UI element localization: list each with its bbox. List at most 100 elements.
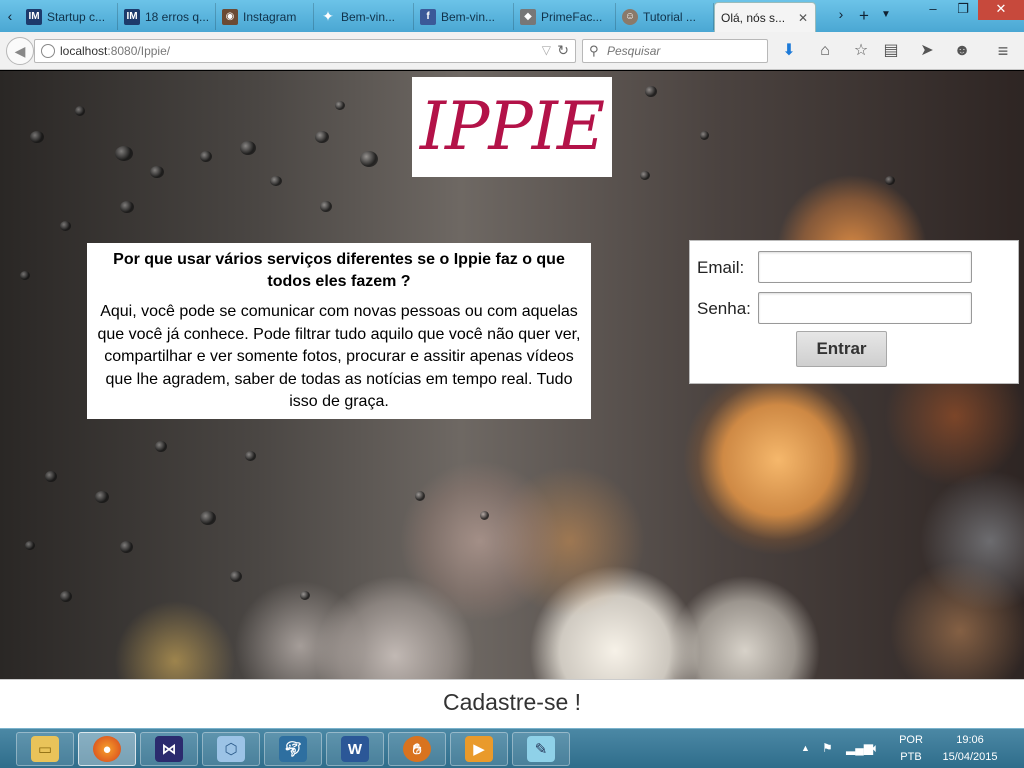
tab-instagram[interactable]: ◉ Instagram bbox=[216, 3, 314, 30]
clock-time[interactable]: 19:06 bbox=[938, 734, 1002, 746]
address-bar[interactable]: localhost:8080/Ippie/ ▽ ↻ bbox=[34, 39, 576, 63]
tab-label: Olá, nós s... bbox=[721, 10, 786, 25]
facebook-icon: f bbox=[420, 8, 436, 25]
keyboard-indicator[interactable]: PTB bbox=[894, 751, 928, 763]
taskbar-notepad[interactable]: ✎ bbox=[512, 732, 570, 766]
chat-icon[interactable]: ☻ bbox=[952, 41, 972, 61]
raindrop bbox=[360, 151, 378, 167]
raindrop bbox=[60, 221, 71, 231]
home-icon[interactable]: ⌂ bbox=[815, 41, 835, 61]
raindrop bbox=[200, 511, 216, 525]
clock-date[interactable]: 15/04/2015 bbox=[938, 751, 1002, 763]
primefaces-icon: ◆ bbox=[520, 8, 536, 25]
raindrop bbox=[315, 131, 329, 143]
password-field[interactable] bbox=[758, 292, 972, 324]
taskbar-glassfish[interactable]: ✋︎ bbox=[388, 732, 446, 766]
taskbar-file-explorer[interactable]: ▭ bbox=[16, 732, 74, 766]
action-center-icon[interactable]: ⚑ bbox=[822, 741, 833, 755]
url-path: :8080/Ippie/ bbox=[107, 44, 171, 58]
tab-label: Instagram bbox=[243, 9, 297, 24]
reload-icon[interactable]: ↻ bbox=[557, 42, 569, 59]
raindrop bbox=[640, 171, 650, 180]
menu-icon[interactable]: ≡ bbox=[993, 41, 1013, 61]
raindrop bbox=[120, 201, 134, 213]
downloads-icon[interactable]: ⬇ bbox=[779, 41, 799, 61]
taskbar-visual-studio[interactable]: ⋈ bbox=[140, 732, 198, 766]
raindrop bbox=[200, 151, 212, 162]
show-hidden-icons-icon[interactable]: ▲ bbox=[801, 743, 810, 753]
tab-facebook[interactable]: f Bem-vin... bbox=[414, 3, 514, 30]
search-icon[interactable]: ⚲ bbox=[589, 43, 599, 59]
raindrop bbox=[320, 201, 332, 212]
signup-button[interactable]: Cadastre-se ! bbox=[0, 679, 1024, 728]
raindrop bbox=[25, 541, 35, 550]
language-indicator[interactable]: POR bbox=[894, 734, 928, 746]
search-input[interactable] bbox=[607, 40, 765, 62]
minimize-icon[interactable]: – bbox=[918, 0, 948, 20]
tab-ippie-active[interactable]: Olá, nós s... ✕ bbox=[714, 2, 816, 32]
send-icon[interactable]: ➤ bbox=[917, 41, 937, 61]
new-tab-icon[interactable]: + bbox=[855, 6, 873, 26]
glassfish-icon: ✋︎ bbox=[403, 736, 431, 762]
virtualbox-icon: ⬡ bbox=[217, 736, 245, 762]
tab-label: Tutorial ... bbox=[643, 9, 696, 24]
taskbar-virtualbox[interactable]: ⬡ bbox=[202, 732, 260, 766]
instagram-icon: ◉ bbox=[222, 8, 238, 25]
im-icon: IM bbox=[124, 8, 140, 25]
taskbar-firefox[interactable]: ● bbox=[78, 732, 136, 766]
word-icon: W bbox=[341, 736, 369, 762]
taskbar-word[interactable]: W bbox=[326, 732, 384, 766]
raindrop bbox=[335, 101, 345, 110]
restore-icon[interactable]: ❐ bbox=[948, 0, 978, 20]
raindrop bbox=[645, 86, 657, 97]
raindrop bbox=[120, 541, 133, 553]
scroll-tabs-left-icon[interactable]: ‹ bbox=[2, 6, 18, 26]
taskbar: ▭ ● ⋈ ⬡ 🐬︎ W ✋︎ ▶ ✎ ▲ ⚑ ▂▄▆ 🔈︎ POR PTB 1… bbox=[0, 728, 1024, 768]
back-button[interactable]: ◀ bbox=[6, 37, 34, 65]
notepad-icon: ✎ bbox=[527, 736, 555, 762]
raindrop bbox=[30, 131, 44, 143]
bookmark-star-icon[interactable]: ☆ bbox=[851, 41, 871, 61]
close-tab-icon[interactable]: ✕ bbox=[798, 11, 808, 25]
email-field[interactable] bbox=[758, 251, 972, 283]
raindrop bbox=[700, 131, 709, 140]
tab-twitter[interactable]: ✦ Bem-vin... bbox=[314, 3, 414, 30]
raindrop bbox=[480, 511, 489, 520]
visual-studio-icon: ⋈ bbox=[155, 736, 183, 762]
volume-icon[interactable]: 🔈︎ bbox=[872, 741, 879, 756]
tab-primefaces[interactable]: ◆ PrimeFac... bbox=[514, 3, 616, 30]
raindrop bbox=[245, 451, 256, 461]
taskbar-mysql-workbench[interactable]: 🐬︎ bbox=[264, 732, 322, 766]
mysql-workbench-icon: 🐬︎ bbox=[279, 736, 307, 762]
tab-label: Bem-vin... bbox=[341, 9, 396, 24]
taskbar-media-player[interactable]: ▶ bbox=[450, 732, 508, 766]
raindrop bbox=[415, 491, 425, 501]
raindrop bbox=[155, 441, 167, 452]
tab-startup[interactable]: IM Startup c... bbox=[20, 3, 118, 30]
logo-text: IPPIE bbox=[419, 88, 605, 165]
raindrop bbox=[270, 176, 282, 186]
firefox-icon: ● bbox=[93, 736, 121, 762]
window-close-icon[interactable]: ✕ bbox=[978, 0, 1024, 20]
im-icon: IM bbox=[26, 8, 42, 25]
list-tabs-icon[interactable]: ▼ bbox=[877, 9, 895, 20]
tab-bar: ‹ IM Startup c... IM 18 erros q... ◉ Ins… bbox=[0, 0, 1024, 32]
search-bar: ⚲ bbox=[582, 39, 768, 63]
bookmarks-menu-icon[interactable]: ▤ bbox=[881, 41, 901, 61]
file-explorer-icon: ▭ bbox=[31, 736, 59, 762]
info-heading: Por que usar vários serviços diferentes … bbox=[113, 251, 565, 290]
tab-18-erros[interactable]: IM 18 erros q... bbox=[118, 3, 216, 30]
tab-label: Bem-vin... bbox=[441, 9, 496, 24]
url-text[interactable]: localhost:8080/Ippie/ bbox=[60, 44, 170, 58]
login-form: Email: Senha: Entrar bbox=[689, 240, 1019, 384]
login-button[interactable]: Entrar bbox=[796, 331, 887, 367]
url-history-dropdown-icon[interactable]: ▽ bbox=[542, 43, 551, 57]
raindrop bbox=[95, 491, 109, 503]
network-icon[interactable]: ▂▄▆ bbox=[846, 741, 873, 755]
navigation-toolbar: ◀ localhost:8080/Ippie/ ▽ ↻ ⚲ ⬇ ⌂ ☆ ▤ ➤ … bbox=[0, 32, 1024, 70]
logo: IPPIE bbox=[412, 77, 612, 177]
tab-tutorial[interactable]: ☺ Tutorial ... bbox=[616, 3, 714, 30]
media-player-icon: ▶ bbox=[465, 736, 493, 762]
raindrop bbox=[240, 141, 256, 155]
scroll-tabs-right-icon[interactable]: › bbox=[832, 6, 850, 22]
